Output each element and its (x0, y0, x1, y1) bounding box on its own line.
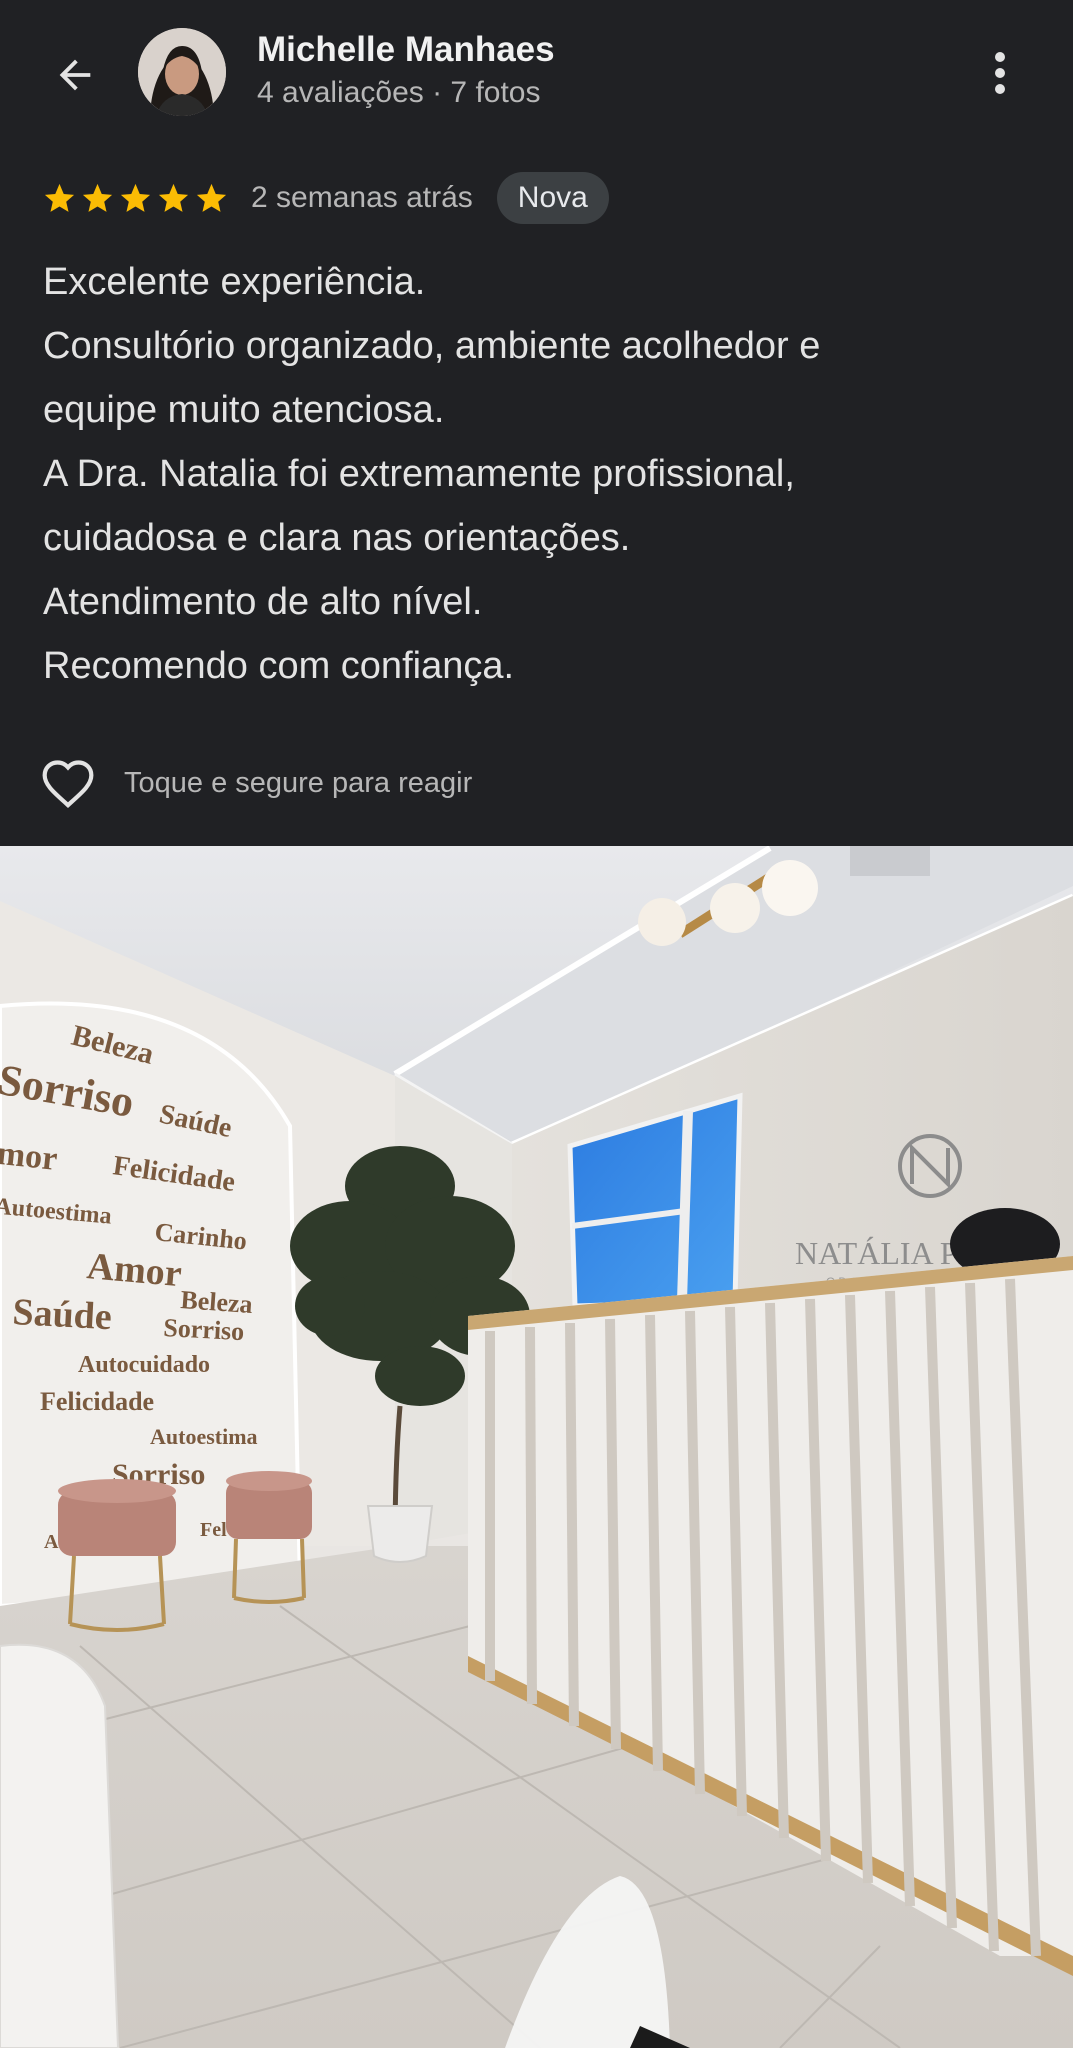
wall-word: Amor (85, 1245, 183, 1295)
wall-word: Sorriso (163, 1313, 245, 1346)
user-name[interactable]: Michelle Manhaes (257, 30, 555, 70)
react-button[interactable]: Toque e segure para reagir (40, 750, 472, 816)
arrow-back-icon (59, 59, 91, 91)
review-line: Consultório organizado, ambiente acolhed… (43, 325, 821, 367)
wall-word: Fel (200, 1519, 227, 1541)
star-icon (196, 183, 227, 212)
star-icon (158, 183, 189, 212)
new-badge: Nova (496, 172, 609, 224)
review-line: Atendimento de alto nível. (43, 581, 483, 623)
more-options-button[interactable] (970, 38, 1030, 108)
wall-word: Saúde (12, 1291, 113, 1338)
review-header: Michelle Manhaes 4 avaliações · 7 fotos (0, 0, 1073, 150)
heart-outline-icon (42, 760, 94, 809)
avatar[interactable] (138, 28, 226, 116)
react-hint: Toque e segure para reagir (124, 766, 473, 799)
review-line: Recomendo com confiança. (43, 645, 515, 687)
user-meta: 4 avaliações · 7 fotos (257, 76, 541, 109)
wall-word: Autocuidado (78, 1352, 210, 1378)
wall-word: Autoestima (150, 1424, 258, 1449)
wall-word: mor (0, 1135, 59, 1178)
more-vert-icon (995, 52, 1005, 94)
review-line: A Dra. Natalia foi extremamente profissi… (43, 453, 795, 495)
star-icon (44, 183, 75, 212)
review-text: Excelente experiência. Consultório organ… (43, 250, 1033, 698)
rating-row: 2 semanas atrás Nova (42, 170, 609, 226)
review-time: 2 semanas atrás (251, 181, 473, 214)
star-icon (120, 183, 151, 212)
review-photo[interactable]: Beleza Sorriso Saúde mor Felicidade Auto… (0, 846, 1073, 2048)
wall-word: Felicidade (40, 1387, 154, 1416)
review-line: Excelente experiência. (43, 261, 426, 303)
star-icon (82, 183, 113, 212)
back-button[interactable] (40, 40, 110, 110)
review-line: cuidadosa e clara nas orientações. (43, 517, 631, 559)
star-rating (42, 181, 229, 216)
review-line: equipe muito atenciosa. (43, 389, 445, 431)
